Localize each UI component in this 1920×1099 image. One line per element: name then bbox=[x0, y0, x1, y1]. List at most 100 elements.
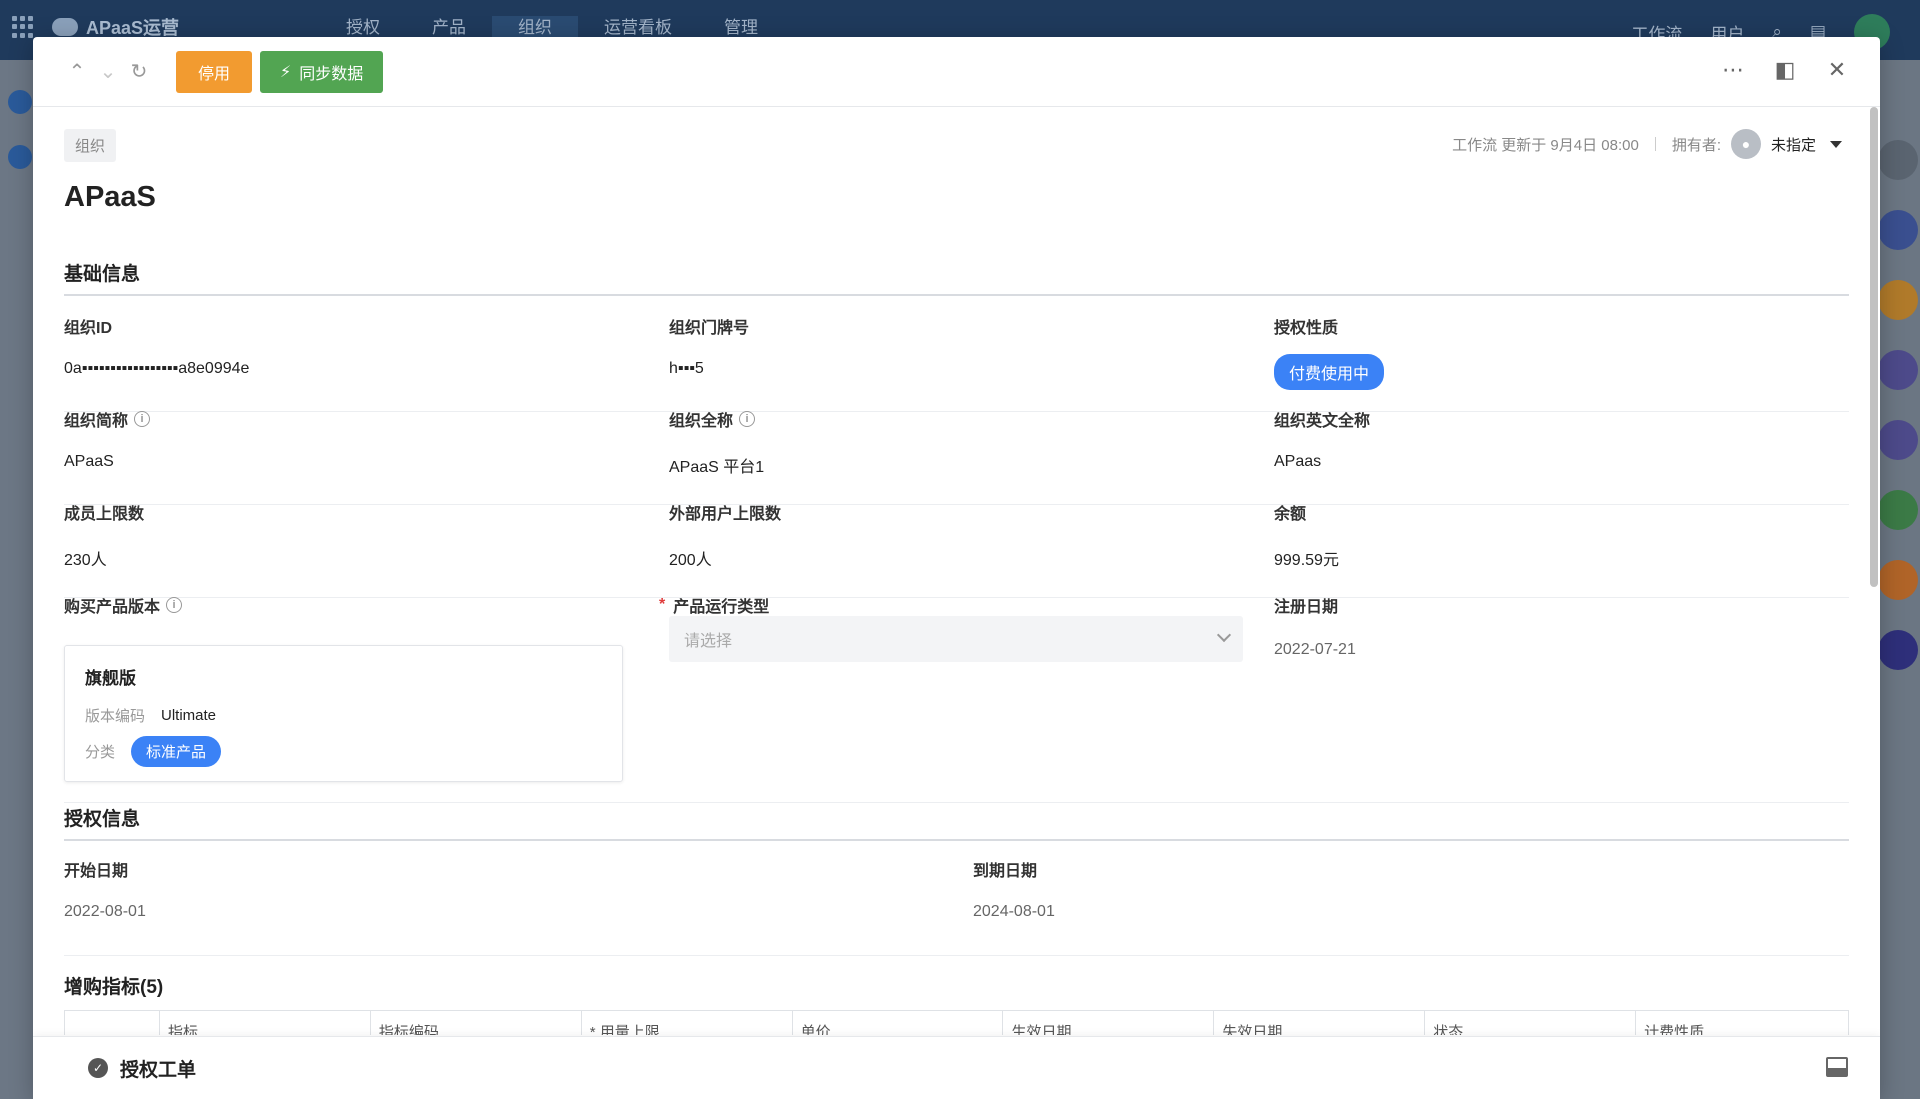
field-member-limit: 成员上限数 230人 bbox=[64, 500, 144, 570]
field-value[interactable]: 230人 bbox=[64, 546, 144, 570]
more-icon[interactable]: ⋯ bbox=[1720, 57, 1746, 83]
table-header-cell[interactable]: 指标 bbox=[160, 1011, 371, 1035]
addon-table-header: 指标 指标编码 * 用量上限 单价 生效日期 失效日期 状态 计费性质 bbox=[64, 1010, 1849, 1035]
workflow-updated-text[interactable]: 工作流 更新于 9月4日 08:00 bbox=[1452, 134, 1639, 155]
required-asterisk: * bbox=[659, 596, 666, 613]
field-label: 开始日期 bbox=[64, 863, 129, 880]
field-full-name: 组织全称 i APaaS 平台1 bbox=[669, 407, 764, 477]
table-header-cell[interactable]: 计费性质 bbox=[1636, 1011, 1848, 1035]
record-meta: 工作流 更新于 9月4日 08:00 拥有者: ● 未指定 bbox=[1452, 129, 1842, 159]
record-detail-modal: ⌃ ⌄ ↻ 停用 ⚡︎ 同步数据 ⋯ ◧ ✕ 组织 工作流 更新于 9月4日 0… bbox=[33, 37, 1880, 1099]
version-code-row: 版本编码 Ultimate bbox=[85, 705, 602, 726]
side-panel-icon[interactable]: ◧ bbox=[1772, 57, 1798, 83]
globe-icon bbox=[8, 90, 32, 114]
toolbar-right-actions: ⋯ ◧ ✕ bbox=[1720, 57, 1850, 83]
version-code-label: 版本编码 bbox=[85, 708, 146, 725]
field-start-date: 开始日期 2022-08-01 bbox=[64, 857, 146, 921]
field-value[interactable]: APaaS bbox=[64, 453, 150, 471]
table-header-cell[interactable]: 状态 bbox=[1425, 1011, 1637, 1035]
table-header-cell bbox=[65, 1011, 160, 1035]
field-en-name: 组织英文全称 APaas bbox=[1274, 407, 1370, 471]
select-placeholder: 请选择 bbox=[684, 633, 733, 650]
field-register-date: 注册日期 2022-07-21 bbox=[1274, 593, 1356, 659]
field-label-text: 产品运行类型 bbox=[673, 599, 770, 616]
sync-data-label: 同步数据 bbox=[299, 65, 364, 83]
field-label: 余额 bbox=[1274, 506, 1307, 523]
field-label: 外部用户上限数 bbox=[669, 506, 782, 523]
owner-label: 拥有者: bbox=[1671, 136, 1721, 154]
chevron-up-icon[interactable]: ⌃ bbox=[63, 58, 91, 86]
background-left-strip bbox=[0, 60, 33, 1099]
field-value[interactable]: 2022-08-01 bbox=[64, 903, 146, 921]
refresh-icon[interactable]: ↻ bbox=[125, 58, 153, 86]
field-label: 组织ID bbox=[64, 320, 113, 337]
field-license-type: 授权性质 付费使用中 bbox=[1274, 314, 1385, 390]
section-license-info: 授权信息 bbox=[64, 804, 1849, 841]
divider bbox=[1654, 137, 1656, 151]
disable-button[interactable]: 停用 bbox=[176, 50, 253, 93]
field-product-version: 购买产品版本 i bbox=[64, 593, 183, 617]
info-icon[interactable]: i bbox=[739, 411, 756, 427]
bg-avatar-dot bbox=[1878, 630, 1918, 670]
category-badge: 标准产品 bbox=[131, 736, 222, 767]
field-value[interactable]: h▪︎▪︎▪︎5 bbox=[669, 360, 749, 378]
field-value[interactable]: 2022-07-21 bbox=[1274, 641, 1356, 659]
check-icon bbox=[8, 145, 32, 169]
bottom-panel-bar[interactable]: ✓ 授权工单 bbox=[33, 1036, 1880, 1099]
panel-toggle-icon[interactable] bbox=[1826, 1057, 1848, 1077]
field-external-limit: 外部用户上限数 200人 bbox=[669, 500, 781, 570]
bg-avatar-dot bbox=[1878, 350, 1918, 390]
field-label-text: 购买产品版本 bbox=[64, 599, 161, 616]
product-version-card[interactable]: 旗舰版 版本编码 Ultimate 分类 标准产品 bbox=[64, 645, 623, 782]
owner-avatar-icon[interactable]: ● bbox=[1730, 129, 1761, 159]
run-type-select[interactable]: 请选择 bbox=[669, 616, 1243, 662]
row-divider bbox=[64, 411, 1849, 412]
version-code-value: Ultimate bbox=[161, 707, 217, 724]
lightning-icon: ⚡︎ bbox=[280, 63, 292, 81]
field-label: 组织全称 i bbox=[669, 407, 764, 431]
section-addon-metrics: 增购指标(5) bbox=[64, 977, 164, 998]
chevron-down-icon bbox=[1216, 627, 1232, 643]
app-grid-icon bbox=[12, 16, 34, 38]
caret-down-icon[interactable] bbox=[1830, 140, 1842, 148]
info-icon[interactable]: i bbox=[134, 411, 151, 427]
chevron-down-icon[interactable]: ⌄ bbox=[94, 58, 122, 86]
scrollbar[interactable] bbox=[1870, 107, 1878, 587]
sync-data-button[interactable]: ⚡︎ 同步数据 bbox=[260, 50, 384, 93]
field-value[interactable]: APaaS 平台1 bbox=[669, 453, 764, 477]
field-end-date: 到期日期 2024-08-01 bbox=[973, 857, 1055, 921]
row-divider bbox=[64, 597, 1849, 598]
table-header-cell[interactable]: 生效日期 bbox=[1003, 1011, 1215, 1035]
field-label: 注册日期 bbox=[1274, 599, 1339, 616]
field-org-id: 组织ID 0a▪︎▪︎▪︎▪︎▪︎▪︎▪︎▪︎▪︎▪︎▪︎▪︎▪︎▪︎▪︎▪︎▪… bbox=[64, 314, 249, 378]
cloud-icon bbox=[52, 18, 78, 36]
field-label: 到期日期 bbox=[973, 863, 1038, 880]
modal-toolbar: ⌃ ⌄ ↻ 停用 ⚡︎ 同步数据 ⋯ ◧ ✕ bbox=[33, 37, 1880, 107]
owner-name[interactable]: 未指定 bbox=[1771, 134, 1816, 155]
field-short-name: 组织简称 i APaaS bbox=[64, 407, 151, 471]
field-balance: 余额 999.59元 bbox=[1274, 500, 1339, 570]
field-value[interactable]: 200人 bbox=[669, 546, 781, 570]
bg-avatar-dot bbox=[1878, 420, 1918, 460]
field-label: 组织简称 i bbox=[64, 407, 151, 431]
field-label: 组织门牌号 bbox=[669, 320, 750, 337]
table-header-cell[interactable]: 单价 bbox=[793, 1011, 1004, 1035]
table-header-cell[interactable]: 指标编码 bbox=[371, 1011, 582, 1035]
badge-check-icon: ✓ bbox=[88, 1058, 108, 1078]
status-badge: 付费使用中 bbox=[1274, 354, 1385, 390]
field-value[interactable]: 999.59元 bbox=[1274, 546, 1339, 570]
row-divider bbox=[64, 802, 1849, 803]
modal-content: 组织 工作流 更新于 9月4日 08:00 拥有者: ● 未指定 APaaS 基… bbox=[33, 107, 1880, 1035]
bottom-panel-title: 授权工单 bbox=[120, 1059, 197, 1081]
field-value[interactable]: APaas bbox=[1274, 453, 1370, 471]
field-value[interactable]: 2024-08-01 bbox=[973, 903, 1055, 921]
info-icon[interactable]: i bbox=[166, 597, 183, 613]
field-label: 购买产品版本 i bbox=[64, 593, 183, 617]
field-label-text: 组织简称 bbox=[64, 413, 129, 430]
field-value[interactable]: 0a▪︎▪︎▪︎▪︎▪︎▪︎▪︎▪︎▪︎▪︎▪︎▪︎▪︎▪︎▪︎▪︎▪︎a8e0… bbox=[64, 360, 249, 378]
bg-avatar-dot bbox=[1878, 560, 1918, 600]
field-value: 付费使用中 bbox=[1274, 354, 1385, 390]
table-header-cell[interactable]: * 用量上限 bbox=[582, 1011, 793, 1035]
close-icon[interactable]: ✕ bbox=[1824, 57, 1850, 83]
table-header-cell[interactable]: 失效日期 bbox=[1214, 1011, 1426, 1035]
